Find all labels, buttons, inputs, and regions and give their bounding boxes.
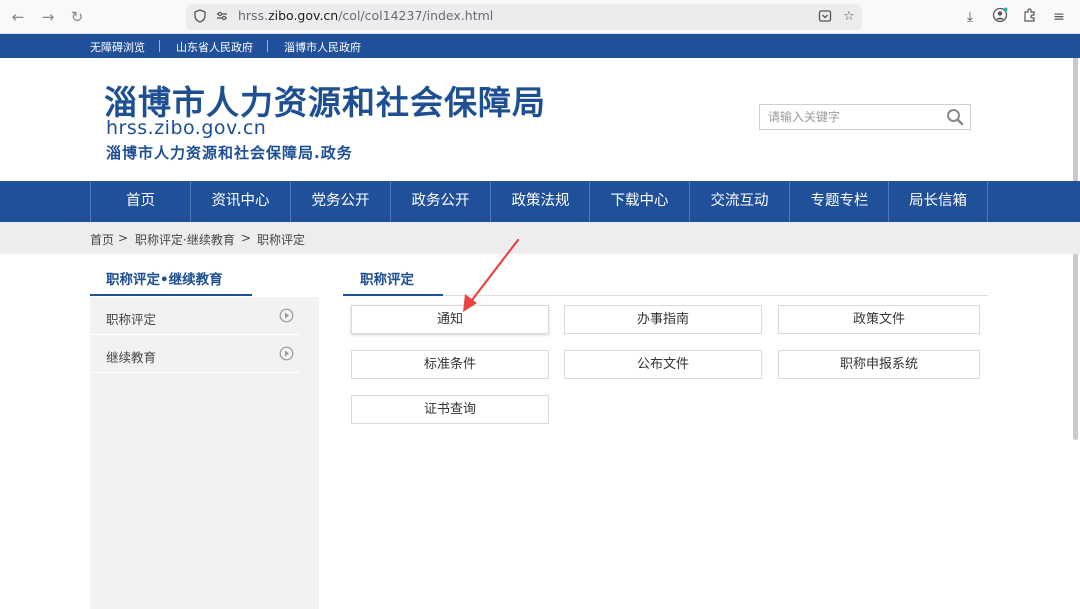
search-icon[interactable] bbox=[946, 108, 964, 126]
divider bbox=[159, 40, 160, 52]
tile-service-guide[interactable]: 办事指南 bbox=[564, 305, 762, 334]
sidebar-header: 职称评定•继续教育 bbox=[90, 254, 319, 297]
content-header: 职称评定 bbox=[343, 254, 988, 297]
tile-policy-documents[interactable]: 政策文件 bbox=[778, 305, 980, 334]
nav-item-home[interactable]: 首页 bbox=[90, 181, 190, 222]
nav-item-director-mailbox[interactable]: 局长信箱 bbox=[888, 181, 988, 222]
breadcrumb-separator: > bbox=[241, 231, 252, 245]
sidebar-item-continuing-education[interactable]: 继续教育 bbox=[90, 335, 319, 373]
reload-icon[interactable]: ↻ bbox=[67, 7, 87, 27]
divider bbox=[90, 372, 300, 373]
tile-standard-conditions[interactable]: 标准条件 bbox=[351, 350, 549, 379]
site-logo-domain: hrss.zibo.gov.cn bbox=[106, 117, 267, 139]
breadcrumb-current[interactable]: 职称评定 bbox=[257, 231, 305, 248]
search-input[interactable] bbox=[760, 105, 940, 129]
bookmark-star-icon[interactable]: ☆ bbox=[841, 9, 857, 25]
divider bbox=[267, 40, 268, 52]
browser-toolbar: ← → ↻ hrss.zibo.gov.cn/col/col14237/inde… bbox=[0, 0, 1080, 34]
extensions-icon[interactable] bbox=[1020, 7, 1040, 27]
accessibility-link[interactable]: 无障碍浏览 bbox=[90, 39, 145, 55]
tile-certificate-query[interactable]: 证书查询 bbox=[351, 395, 549, 424]
address-bar[interactable]: hrss.zibo.gov.cn/col/col14237/index.html… bbox=[186, 4, 862, 30]
nav-item-gov-affairs[interactable]: 政务公开 bbox=[390, 181, 490, 222]
main-nav: 首页 资讯中心 党务公开 政务公开 政策法规 下载中心 交流互动 专题专栏 局长… bbox=[0, 181, 1080, 222]
downloads-icon[interactable]: ⤓ bbox=[960, 7, 980, 27]
utility-bar: 无障碍浏览 山东省人民政府 淄博市人民政府 bbox=[0, 34, 1080, 58]
nav-item-party-affairs[interactable]: 党务公开 bbox=[290, 181, 390, 222]
tile-title-application-system[interactable]: 职称申报系统 bbox=[778, 350, 980, 379]
zibo-gov-link[interactable]: 淄博市人民政府 bbox=[284, 39, 361, 55]
sidebar-title: 职称评定•继续教育 bbox=[106, 272, 223, 288]
search-box bbox=[759, 104, 971, 130]
sidebar: 职称评定•继续教育 职称评定 继续教育 bbox=[90, 254, 319, 609]
sidebar-item-label: 继续教育 bbox=[106, 350, 157, 365]
content-title: 职称评定 bbox=[360, 272, 414, 288]
circle-arrow-right-icon bbox=[279, 346, 294, 361]
nav-item-topics[interactable]: 专题专栏 bbox=[789, 181, 889, 222]
breadcrumb: 首页 > 职称评定·继续教育 > 职称评定 bbox=[0, 222, 1080, 254]
nav-item-interaction[interactable]: 交流互动 bbox=[689, 181, 789, 222]
content-title-underline bbox=[343, 294, 443, 296]
breadcrumb-level1[interactable]: 职称评定·继续教育 bbox=[135, 231, 235, 248]
site-info-icon[interactable] bbox=[214, 9, 230, 25]
tile-published-documents[interactable]: 公布文件 bbox=[564, 350, 762, 379]
menu-icon[interactable]: ≡ bbox=[1049, 7, 1069, 27]
forward-icon[interactable]: → bbox=[38, 7, 58, 27]
breadcrumb-separator: > bbox=[118, 231, 129, 245]
sidebar-item-title-evaluation[interactable]: 职称评定 bbox=[90, 297, 319, 335]
shield-icon[interactable] bbox=[192, 9, 208, 25]
shandong-gov-link[interactable]: 山东省人民政府 bbox=[176, 39, 253, 55]
breadcrumb-home[interactable]: 首页 bbox=[90, 231, 114, 248]
tile-notice[interactable]: 通知 bbox=[351, 305, 549, 334]
site-logo-subtitle: 淄博市人力资源和社会保障局.政务 bbox=[106, 144, 353, 162]
save-to-pocket-icon[interactable] bbox=[817, 9, 833, 25]
nav-item-downloads[interactable]: 下载中心 bbox=[589, 181, 689, 222]
back-icon[interactable]: ← bbox=[8, 7, 28, 27]
url-text: hrss.zibo.gov.cn/col/col14237/index.html bbox=[238, 8, 494, 23]
circle-arrow-right-icon bbox=[279, 308, 294, 323]
sidebar-item-label: 职称评定 bbox=[106, 312, 157, 327]
nav-item-news[interactable]: 资讯中心 bbox=[190, 181, 290, 222]
sidebar-title-underline bbox=[90, 294, 252, 296]
nav-item-policies[interactable]: 政策法规 bbox=[490, 181, 590, 222]
account-icon[interactable] bbox=[990, 7, 1010, 27]
